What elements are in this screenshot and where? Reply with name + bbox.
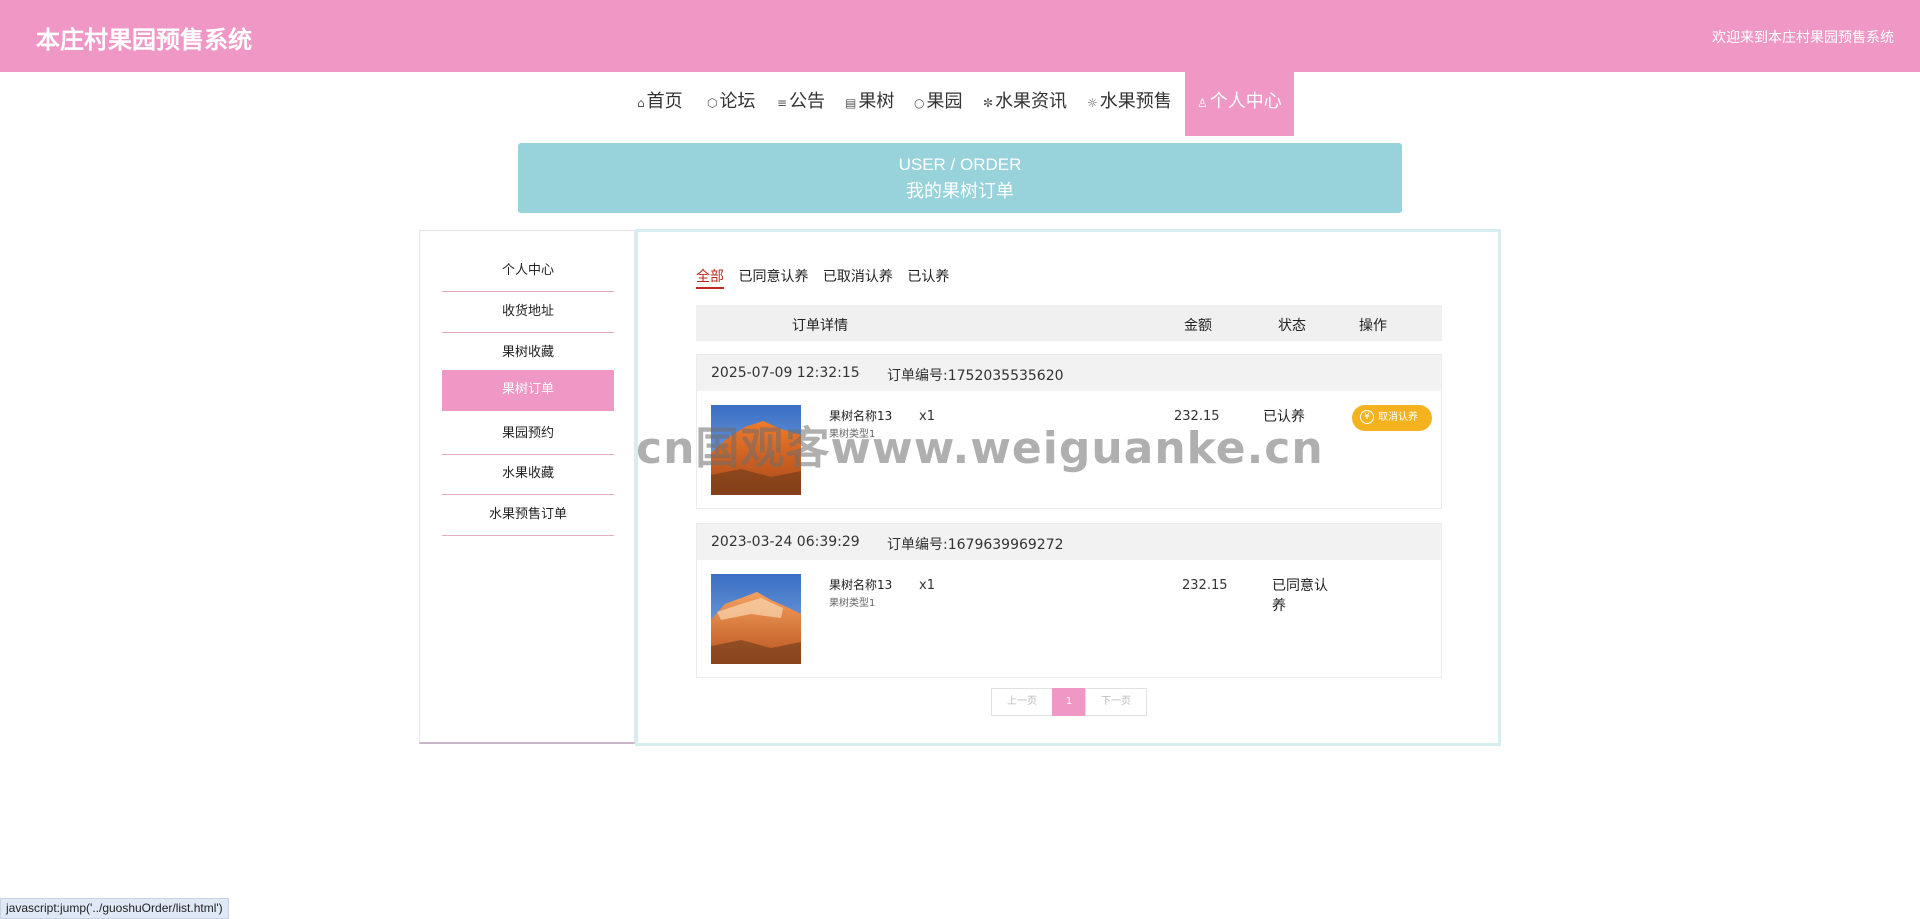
order-status: 已同意认养	[1272, 578, 1328, 614]
nav-forum-label: 论坛	[719, 91, 756, 112]
nav-home[interactable]: ⌂ 首页	[637, 72, 683, 136]
nav-fruit-news[interactable]: ✼ 水果资讯	[983, 72, 1067, 136]
order-number: 订单编号:1679639969272	[887, 537, 1064, 553]
yen-icon: ¥	[1360, 410, 1374, 424]
nav-orchard[interactable]: ○ 果园	[914, 72, 962, 136]
user-sidebar: 个人中心 收货地址 果树收藏 果树订单 果园预约 水果收藏 水果预售订单	[419, 230, 635, 744]
sun-icon: ☼	[1087, 96, 1098, 110]
nav-fruit-news-label: 水果资讯	[995, 91, 1068, 112]
tab-all[interactable]: 全部	[696, 266, 724, 289]
nav-home-label: 首页	[646, 91, 683, 112]
cancel-adoption-button[interactable]: ¥ 取消认养	[1352, 405, 1432, 431]
header-order-detail: 订单详情	[792, 318, 848, 334]
nav-notice-label: 公告	[789, 91, 826, 112]
site-title: 本庄村果园预售系统	[36, 26, 252, 54]
order-card: 2023-03-24 06:39:29 订单编号:1679639969272 果…	[696, 523, 1442, 678]
nav-fruit-presale-label: 水果预售	[1099, 91, 1172, 112]
home-icon: ⌂	[637, 96, 645, 110]
nav-user-center[interactable]: ♙ 个人中心	[1185, 72, 1294, 136]
prev-page-button[interactable]: 上一页	[991, 688, 1053, 716]
sidebar-item-tree-orders[interactable]: 果树订单	[442, 370, 614, 411]
tab-agreed[interactable]: 已同意认养	[738, 266, 808, 287]
nav-forum[interactable]: ⬡ 论坛	[707, 72, 755, 136]
header-status: 状态	[1278, 318, 1306, 334]
browser-status-bar: javascript:jump('../guoshuOrder/list.htm…	[0, 898, 229, 919]
welcome-text: 欢迎来到本庄村果园预售系统	[1712, 30, 1894, 46]
tab-adopted[interactable]: 已认养	[907, 266, 949, 287]
order-number: 订单编号:1752035535620	[887, 368, 1064, 384]
main-nav: ⌂ 首页 ⬡ 论坛 ≡ 公告 ▤ 果树 ○ 果园 ✼ 水果资讯 ☼ 水果预售 ♙ 个人中心	[0, 72, 1920, 136]
order-card-header: 2023-03-24 06:39:29 订单编号:1679639969272	[697, 524, 1441, 560]
sidebar-item-address[interactable]: 收货地址	[442, 292, 614, 333]
user-icon: ♙	[1197, 96, 1208, 110]
header-action: 操作	[1359, 318, 1387, 334]
watermark-text: cn国观客www.weiguanke.cn	[636, 423, 1324, 474]
banner-en-title: USER / ORDER	[898, 155, 1022, 174]
snowflake-icon: ✼	[983, 96, 994, 110]
order-amount: 232.15	[1182, 578, 1228, 593]
nav-orchard-label: 果园	[926, 91, 963, 112]
nav-fruit-tree[interactable]: ▤ 果树	[845, 72, 894, 136]
nav-fruit-presale[interactable]: ☼ 水果预售	[1087, 72, 1172, 136]
circle-icon: ○	[914, 96, 925, 110]
order-quantity: x1	[919, 578, 935, 593]
sidebar-item-tree-favorites[interactable]: 果树收藏	[442, 333, 614, 374]
cancel-adoption-label: 取消认养	[1378, 412, 1418, 423]
sidebar-item-fruit-favorites[interactable]: 水果收藏	[442, 454, 614, 495]
sidebar-item-user-center[interactable]: 个人中心	[442, 251, 614, 292]
nav-notice[interactable]: ≡ 公告	[777, 72, 825, 136]
header-amount: 金额	[1184, 318, 1212, 334]
order-datetime: 2025-07-09 12:32:15	[711, 365, 860, 381]
page-banner: USER / ORDER 我的果树订单	[518, 143, 1402, 213]
calendar-icon: ▤	[845, 96, 857, 110]
order-card-header: 2025-07-09 12:32:15 订单编号:1752035535620	[697, 355, 1441, 391]
order-table-header: 订单详情 金额 状态 操作	[696, 305, 1442, 341]
tab-cancelled[interactable]: 已取消认养	[823, 266, 893, 287]
cube-icon: ⬡	[707, 96, 718, 110]
nav-fruit-tree-label: 果树	[858, 91, 895, 112]
sliders-icon: ≡	[777, 96, 788, 110]
next-page-button[interactable]: 下一页	[1085, 688, 1147, 716]
top-header: 本庄村果园预售系统 欢迎来到本庄村果园预售系统	[0, 0, 1920, 72]
order-datetime: 2023-03-24 06:39:29	[711, 534, 860, 550]
banner-cn-title: 我的果树订单	[906, 181, 1014, 202]
page-number-current[interactable]: 1	[1052, 688, 1086, 716]
orders-panel: 全部 已同意认养 已取消认养 已认养 订单详情 金额 状态 操作 2025-07…	[635, 229, 1501, 746]
sidebar-item-presale-orders[interactable]: 水果预售订单	[442, 495, 614, 536]
nav-user-center-label: 个人中心	[1209, 91, 1282, 112]
order-filter-tabs: 全部 已同意认养 已取消认养 已认养	[696, 266, 959, 289]
product-type: 果树类型1	[829, 598, 876, 609]
product-image[interactable]	[711, 574, 801, 664]
product-name[interactable]: 果树名称13	[829, 576, 892, 593]
sidebar-item-orchard-booking[interactable]: 果园预约	[442, 414, 614, 455]
